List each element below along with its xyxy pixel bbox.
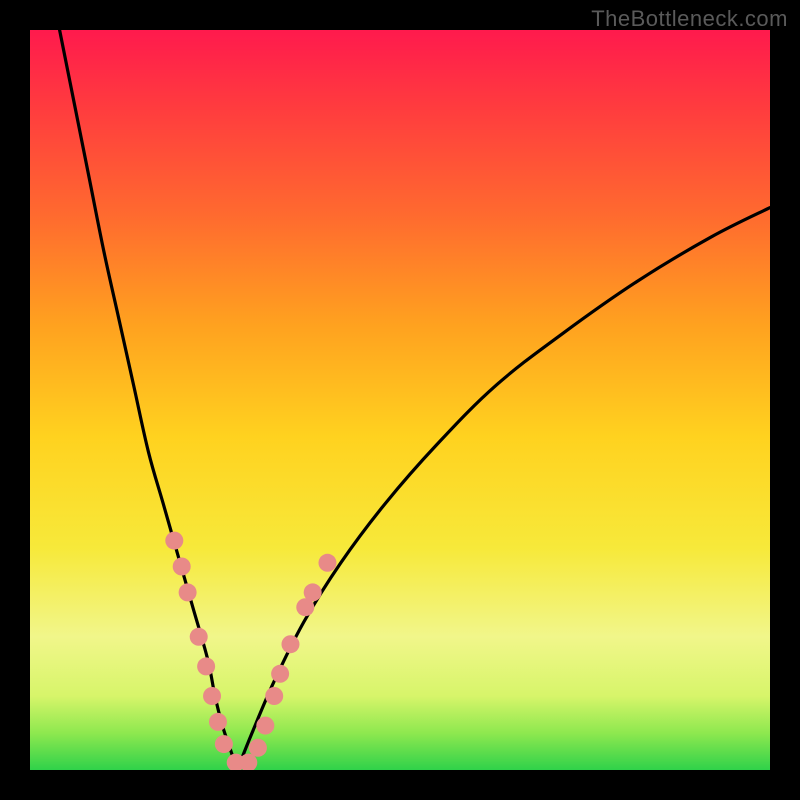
marker-dot — [209, 713, 227, 731]
marker-dot — [281, 635, 299, 653]
marker-dot — [249, 739, 267, 757]
marker-dot — [256, 717, 274, 735]
marker-dot — [165, 532, 183, 550]
marker-dot — [215, 735, 233, 753]
marker-dot — [179, 583, 197, 601]
marker-dot — [318, 554, 336, 572]
marker-dot — [197, 657, 215, 675]
marker-dot — [173, 558, 191, 576]
curve-right-branch — [237, 208, 770, 770]
marker-dot — [265, 687, 283, 705]
curve-layer — [30, 30, 770, 770]
chart-frame: TheBottleneck.com — [0, 0, 800, 800]
marker-dot — [304, 583, 322, 601]
watermark-text: TheBottleneck.com — [591, 6, 788, 32]
marker-dot — [271, 665, 289, 683]
marker-dot — [190, 628, 208, 646]
plot-area — [30, 30, 770, 770]
marker-dot — [203, 687, 221, 705]
